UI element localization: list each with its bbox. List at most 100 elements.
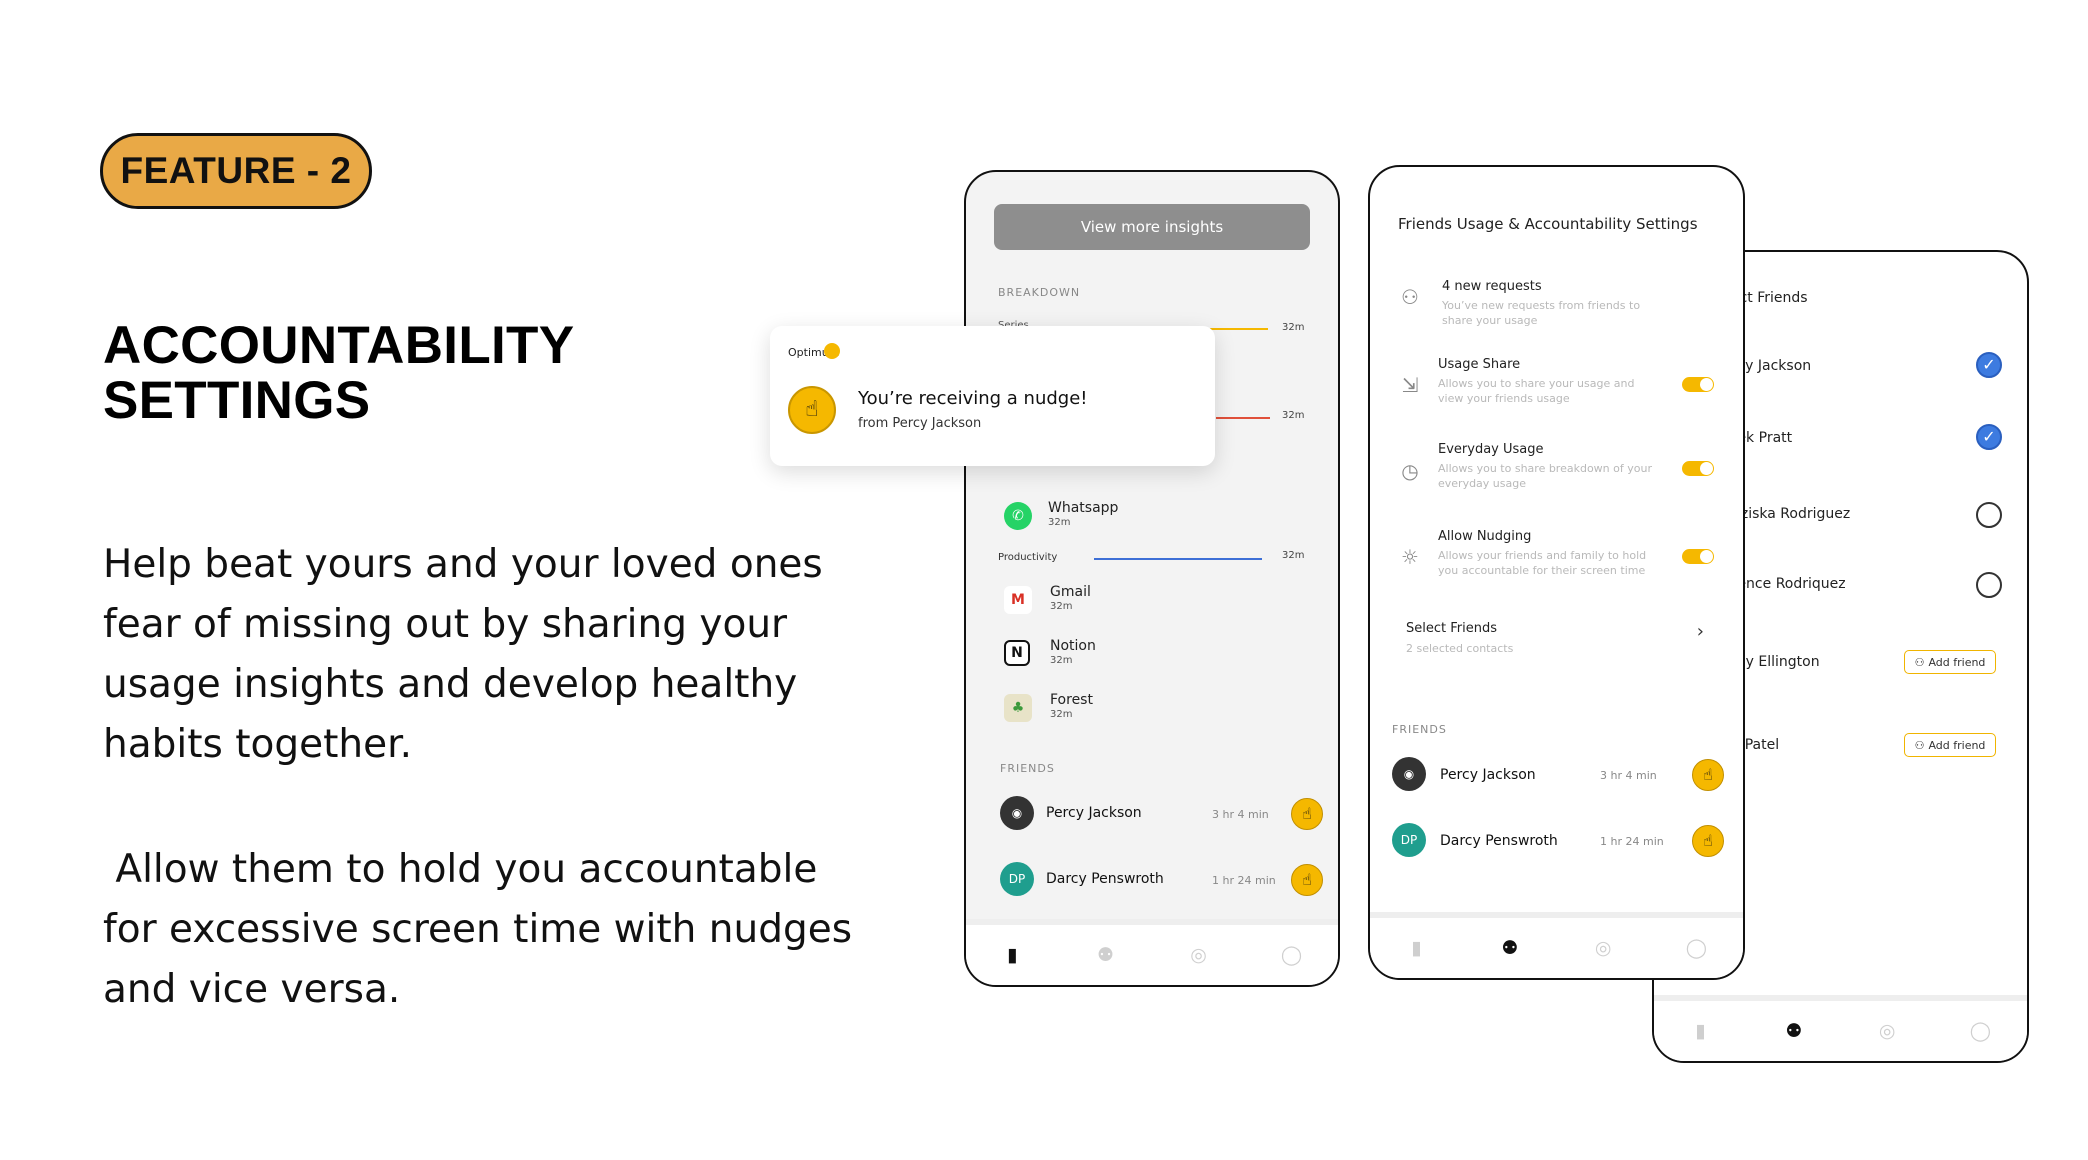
title-line-2: SETTINGS [103,371,371,430]
friend-time: 1 hr 24 min [1600,835,1664,848]
hand-tap-icon: ☝ [1703,765,1713,784]
requests-item[interactable]: 4 new requests You’ve new requests from … [1442,279,1652,328]
allow-nudging-title: Allow Nudging [1438,529,1532,544]
notification-title: You’re receiving a nudge! [858,388,1088,409]
everyday-usage-item: Everyday Usage Allows you to share break… [1438,442,1663,491]
select-friends-item[interactable]: Select Friends 2 selected contacts › [1406,621,1716,667]
breakdown-label: BREAKDOWN [998,286,1081,299]
bottom-nav: ▮ ⚉ ◎ ◯ [1370,912,1743,978]
list-icon[interactable]: ◎ [1184,944,1214,966]
add-user-icon: ⚇ [1914,738,1925,752]
friends-icon[interactable]: ⚉ [1779,1020,1809,1042]
add-friend-label: Add friend [1928,655,1986,669]
bar-minutes: 32m [1282,322,1305,333]
unchecked-checkbox[interactable] [1976,572,2002,598]
gmail-icon: M [1004,586,1032,614]
stats-icon[interactable]: ▮ [1402,937,1432,959]
feature-badge: FEATURE - 2 [100,133,372,209]
app-name: Notion [1050,638,1096,654]
friend-row[interactable]: ◉ Percy Jackson 3 hr 4 min ☝ [966,796,1338,836]
everyday-usage-title: Everyday Usage [1438,442,1544,457]
nudge-notification[interactable]: Optimum ☝ You’re receiving a nudge! from… [770,326,1215,466]
usage-share-item: Usage Share Allows you to share your usa… [1438,357,1663,406]
feature-badge-label: FEATURE - 2 [120,150,352,191]
list-icon[interactable]: ◎ [1588,937,1618,959]
usage-share-desc: Allows you to share your usage and view … [1438,377,1635,405]
contact-name: my Ellington [1732,654,1820,670]
share-icon: ⇲ [1401,373,1419,397]
app-name: Gmail [1050,584,1091,600]
usage-bar [1208,328,1268,330]
usage-bar [1094,558,1262,560]
allow-nudging-item: Allow Nudging Allows your friends and fa… [1438,529,1663,578]
usage-share-title: Usage Share [1438,357,1521,372]
app-name: Whatsapp [1048,500,1119,516]
notification-subtitle: from Percy Jackson [858,416,982,431]
settings-title: Friends Usage & Accountability Settings [1398,215,1698,233]
notion-icon: N [1004,640,1030,666]
contact-name: nziska Rodriguez [1732,506,1851,522]
friends-icon[interactable]: ⚉ [1091,944,1121,966]
bottom-nav: ▮ ⚉ ◎ ◯ [1654,995,2027,1061]
view-more-insights-button[interactable]: View more insights [994,204,1310,250]
unchecked-checkbox[interactable] [1976,502,2002,528]
stats-icon[interactable]: ▮ [1686,1020,1716,1042]
friend-time: 3 hr 4 min [1600,769,1657,782]
avatar: ◉ [1000,796,1034,830]
everyday-usage-desc: Allows you to share breakdown of your ev… [1438,462,1652,490]
friends-section-label: FRIENDS [1000,762,1055,775]
add-friend-button[interactable]: ⚇ Add friend [1904,733,1996,757]
nudge-button[interactable]: ☝ [1692,759,1724,791]
settings-phone: Friends Usage & Accountability Settings … [1368,165,1745,980]
app-time: 32m [1050,601,1073,612]
bar-minutes: 32m [1282,550,1305,561]
requests-title: 4 new requests [1442,279,1542,294]
nudge-button[interactable]: ☝ [1291,864,1323,896]
add-user-icon: ⚇ [1914,655,1925,669]
page-title: ACCOUNTABILITY SETTINGS [103,318,663,428]
friends-icon[interactable]: ⚉ [1495,937,1525,959]
forest-icon: ♣ [1004,694,1032,722]
friend-row[interactable]: DP Darcy Penswroth 1 hr 24 min ☝ [966,862,1338,902]
checked-checkbox[interactable]: ✓ [1976,424,2002,450]
friend-name: Darcy Penswroth [1046,871,1164,887]
hand-tap-icon: ☝ [1703,831,1713,850]
profile-icon[interactable]: ◯ [1681,937,1711,959]
chevron-right-icon: › [1696,621,1704,642]
friend-time: 1 hr 24 min [1212,874,1276,887]
nudge-button[interactable]: ☝ [1692,825,1724,857]
contact-name: rence Rodriquez [1732,576,1846,592]
list-icon[interactable]: ◎ [1872,1020,1902,1042]
friend-name: Percy Jackson [1440,767,1536,783]
select-friends-desc: 2 selected contacts [1406,642,1514,655]
productivity-label: Productivity [998,552,1058,563]
avatar: ◉ [1392,757,1426,791]
friend-row[interactable]: DP Darcy Penswroth 1 hr 24 min ☝ [1370,823,1743,863]
friend-row[interactable]: ◉ Percy Jackson 3 hr 4 min ☝ [1370,757,1743,797]
app-name: Forest [1050,692,1093,708]
insights-phone: View more insights BREAKDOWN Series 32m … [964,170,1340,987]
app-time: 32m [1050,709,1073,720]
friends-section-label: FRIENDS [1392,723,1447,736]
friend-name: Percy Jackson [1046,805,1142,821]
usage-share-toggle[interactable] [1682,377,1714,392]
app-time: 32m [1050,655,1073,666]
title-line-1: ACCOUNTABILITY [103,316,575,375]
checked-checkbox[interactable]: ✓ [1976,352,2002,378]
hand-tap-icon: ☝ [1302,870,1312,889]
profile-icon[interactable]: ◯ [1965,1020,1995,1042]
select-friends-title: Select Friends [1406,621,1497,636]
usage-bar [1216,417,1270,419]
friend-time: 3 hr 4 min [1212,808,1269,821]
add-friend-button[interactable]: ⚇ Add friend [1904,650,1996,674]
stats-icon[interactable]: ▮ [998,944,1028,966]
nudge-icon: ☼ [1401,545,1419,569]
description-paragraph-2: Allow them to hold you accountable for e… [103,847,865,1012]
requests-desc: You’ve new requests from friends to shar… [1442,299,1641,327]
profile-icon[interactable]: ◯ [1277,944,1307,966]
allow-nudging-toggle[interactable] [1682,549,1714,564]
avatar: DP [1392,823,1426,857]
nudge-button[interactable]: ☝ [1291,798,1323,830]
everyday-usage-toggle[interactable] [1682,461,1714,476]
bottom-nav: ▮ ⚉ ◎ ◯ [966,919,1338,985]
